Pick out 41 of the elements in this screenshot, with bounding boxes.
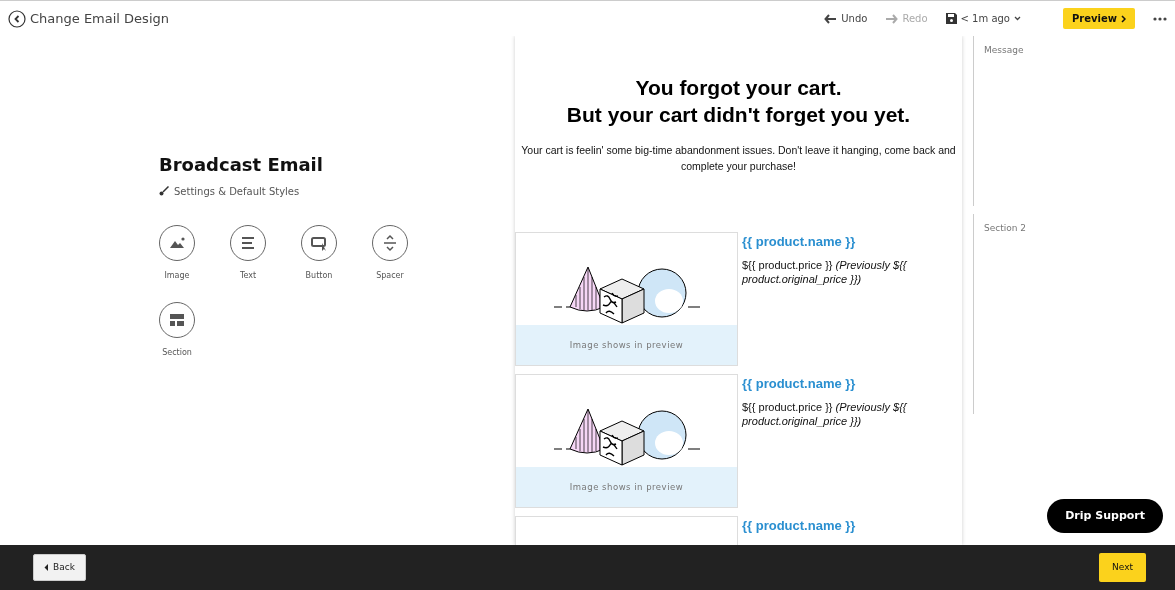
- undo-button[interactable]: Undo: [824, 11, 868, 26]
- brush-icon: [159, 186, 169, 197]
- redo-arrow-icon: [885, 13, 899, 24]
- back-link[interactable]: Change Email Design: [8, 8, 169, 29]
- outline-section-label: Message: [984, 45, 1024, 55]
- more-icon[interactable]: [1153, 16, 1167, 21]
- email-body-text: Your cart is feelin' some big-time abandonment issues. Don't leave it hanging, come back and complete your purchase!: [520, 143, 957, 174]
- block-label: Button: [304, 270, 334, 283]
- next-button[interactable]: Next: [1099, 552, 1146, 583]
- support-button[interactable]: Drip Support: [1047, 498, 1163, 533]
- chevron-left-icon: [44, 564, 49, 571]
- image-caption: Image shows in preview: [569, 480, 684, 494]
- settings-link[interactable]: Settings & Default Styles: [159, 183, 300, 199]
- product-name: {{ product.name }}: [742, 233, 857, 251]
- caret-icon: [1014, 16, 1021, 21]
- outline-section-label: Section 2: [984, 223, 1027, 233]
- save-status-dropdown[interactable]: < 1m ago: [945, 11, 1021, 26]
- block-label: Section: [161, 347, 193, 360]
- undo-arrow-icon: [824, 13, 838, 24]
- product-price: ${{ product.price }} (Previously ${{ product.original_price }}): [742, 399, 908, 428]
- panel-title: Broadcast Email: [159, 154, 324, 176]
- back-button[interactable]: Back: [33, 553, 86, 582]
- preview-button[interactable]: Preview: [1063, 8, 1135, 29]
- block-label: Text: [238, 270, 258, 283]
- block-label: Spacer: [375, 270, 405, 283]
- image-block-button[interactable]: [159, 225, 195, 262]
- spacer-block-button[interactable]: [372, 225, 408, 262]
- email-heading: You forgot your cart. But your cart didn't forget you yet.: [565, 75, 912, 128]
- save-icon: [945, 13, 957, 24]
- back-circle-icon: [8, 9, 26, 28]
- spacer-icon: [381, 234, 399, 253]
- chevron-icon: [1121, 14, 1126, 23]
- product-price: ${{ product.price }} (Previously ${{ product.original_price }}): [742, 257, 908, 286]
- product-name: {{ product.name }}: [742, 375, 857, 393]
- block-label: Image: [163, 270, 191, 283]
- section-block-button[interactable]: [159, 302, 195, 339]
- text-block-button[interactable]: [230, 225, 266, 262]
- product-name: {{ product.name }}: [742, 517, 856, 535]
- image-caption: Image shows in preview: [569, 338, 684, 352]
- button-icon: [310, 234, 328, 253]
- button-block-button[interactable]: [301, 225, 337, 262]
